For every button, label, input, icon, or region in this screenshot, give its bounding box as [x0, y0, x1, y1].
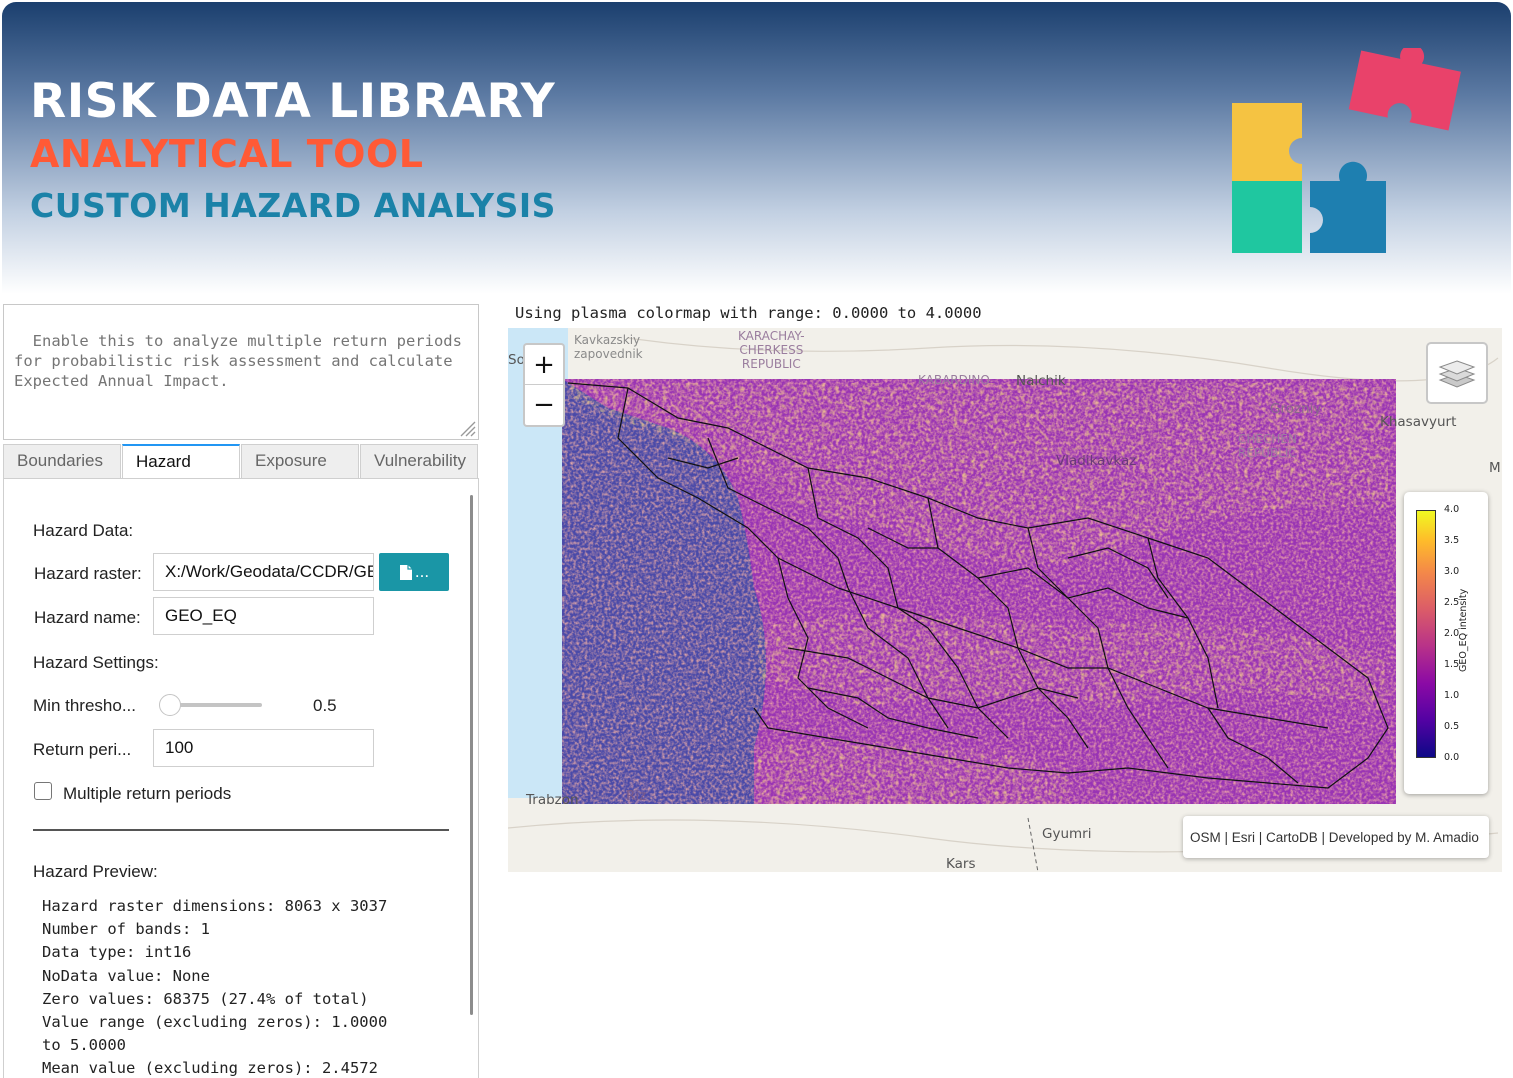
colorbar-tick: 1.0	[1444, 690, 1460, 701]
map-label-kars: Kars	[946, 856, 976, 872]
map-label-khasavyurt: Khasavyurt	[1380, 414, 1457, 430]
return-period-input[interactable]: 100	[153, 729, 374, 767]
return-period-label: Return peri...	[33, 740, 132, 759]
map-view[interactable]: So Kavkazskiy zapovednik KARACHAY- CHERK…	[508, 328, 1502, 872]
puzzle-logo-icon	[1232, 48, 1461, 253]
hazard-panel: Hazard Data: Hazard raster: X:/Work/Geod…	[3, 478, 479, 1078]
map-basemap	[508, 328, 1499, 872]
tab-bar: Boundaries Hazard Exposure Vulnerability	[3, 444, 479, 479]
min-threshold-value: 0.5	[313, 696, 337, 715]
colorbar-tick: 2.5	[1444, 597, 1460, 608]
hazard-raster-label: Hazard raster:	[34, 564, 142, 583]
multiple-return-periods-checkbox[interactable]	[34, 782, 52, 800]
zoom-in-button[interactable]: +	[525, 345, 563, 385]
hazard-raster-input[interactable]: X:/Work/Geodata/CCDR/GEO	[153, 553, 374, 591]
browse-file-button[interactable]: ...	[379, 553, 449, 591]
map-label-trabzon: Trabzon	[526, 792, 579, 808]
resize-grip-icon[interactable]	[456, 417, 476, 437]
colorbar-title: GEO_EQ intensity	[1458, 588, 1469, 672]
file-icon	[399, 564, 412, 580]
description-textarea[interactable]: Enable this to analyze multiple return p…	[3, 304, 479, 440]
tab-hazard[interactable]: Hazard	[122, 444, 240, 479]
colorbar-gradient	[1416, 510, 1436, 758]
section-divider	[33, 829, 449, 831]
map-label-chechen: CHECHEN REPUBLIC	[1238, 432, 1297, 460]
zoom-out-button[interactable]: −	[525, 385, 563, 425]
section-title: CUSTOM HAZARD ANALYSIS	[30, 186, 556, 225]
hazard-name-input[interactable]: GEO_EQ	[153, 597, 374, 635]
hazard-preview-heading: Hazard Preview:	[33, 862, 158, 881]
browse-button-label: ...	[414, 562, 430, 581]
layers-icon	[1438, 360, 1476, 388]
map-label-rize: Riz	[626, 788, 647, 804]
multiple-return-periods-label[interactable]: Multiple return periods	[63, 784, 231, 804]
min-threshold-label: Min thresho...	[33, 696, 136, 715]
colorbar-tick: 2.0	[1444, 628, 1460, 639]
layers-control-button[interactable]	[1426, 342, 1488, 404]
hazard-name-label: Hazard name:	[34, 608, 141, 627]
app-title: RISK DATA LIBRARY	[30, 74, 556, 129]
description-text: Enable this to analyze multiple return p…	[14, 332, 472, 390]
colorbar-tick: 0.0	[1444, 752, 1460, 763]
map-attribution[interactable]: OSM | Esri | CartoDB | Developed by M. A…	[1183, 816, 1489, 858]
min-threshold-slider-handle[interactable]	[159, 694, 181, 716]
min-threshold-slider-track[interactable]	[172, 703, 262, 707]
colormap-status-text: Using plasma colormap with range: 0.0000…	[515, 304, 982, 322]
map-label-gyumri: Gyumri	[1042, 826, 1092, 842]
zoom-control: + −	[523, 343, 565, 427]
map-label-nalchik: Nalchik	[1016, 373, 1066, 389]
hazard-preview-text: Hazard raster dimensions: 8063 x 3037 Nu…	[42, 897, 388, 1078]
map-label-karachay: KARACHAY- CHERKESS REPUBLIC	[738, 329, 805, 371]
colorbar-tick: 3.5	[1444, 535, 1460, 546]
colorbar-legend: 4.0 3.5 3.0 2.5 2.0 1.5 1.0 0.5 0.0 GEO_…	[1404, 492, 1488, 794]
map-label-m: M	[1489, 460, 1501, 476]
colorbar-tick: 0.5	[1444, 721, 1460, 732]
map-label-kavkazsky: Kavkazskiy zapovednik	[574, 333, 643, 361]
hazard-data-heading: Hazard Data:	[33, 521, 134, 540]
tab-vulnerability[interactable]: Vulnerability	[360, 444, 478, 479]
tab-exposure[interactable]: Exposure	[241, 444, 359, 479]
tab-boundaries[interactable]: Boundaries	[3, 444, 121, 479]
colorbar-tick: 4.0	[1444, 504, 1460, 515]
hazard-settings-heading: Hazard Settings:	[33, 653, 159, 672]
colorbar-tick: 1.5	[1444, 659, 1460, 670]
panel-scrollbar[interactable]	[470, 495, 473, 1015]
app-subtitle: ANALYTICAL TOOL	[30, 132, 424, 176]
map-label-vladikavkaz: Vladikavkaz	[1056, 453, 1137, 469]
colorbar-tick: 3.0	[1444, 566, 1460, 577]
header-banner: RISK DATA LIBRARY ANALYTICAL TOOL CUSTOM…	[2, 2, 1511, 294]
map-label-grozny: Grozniy	[1270, 401, 1322, 417]
map-label-kabardino: KABARDINO	[918, 373, 990, 387]
